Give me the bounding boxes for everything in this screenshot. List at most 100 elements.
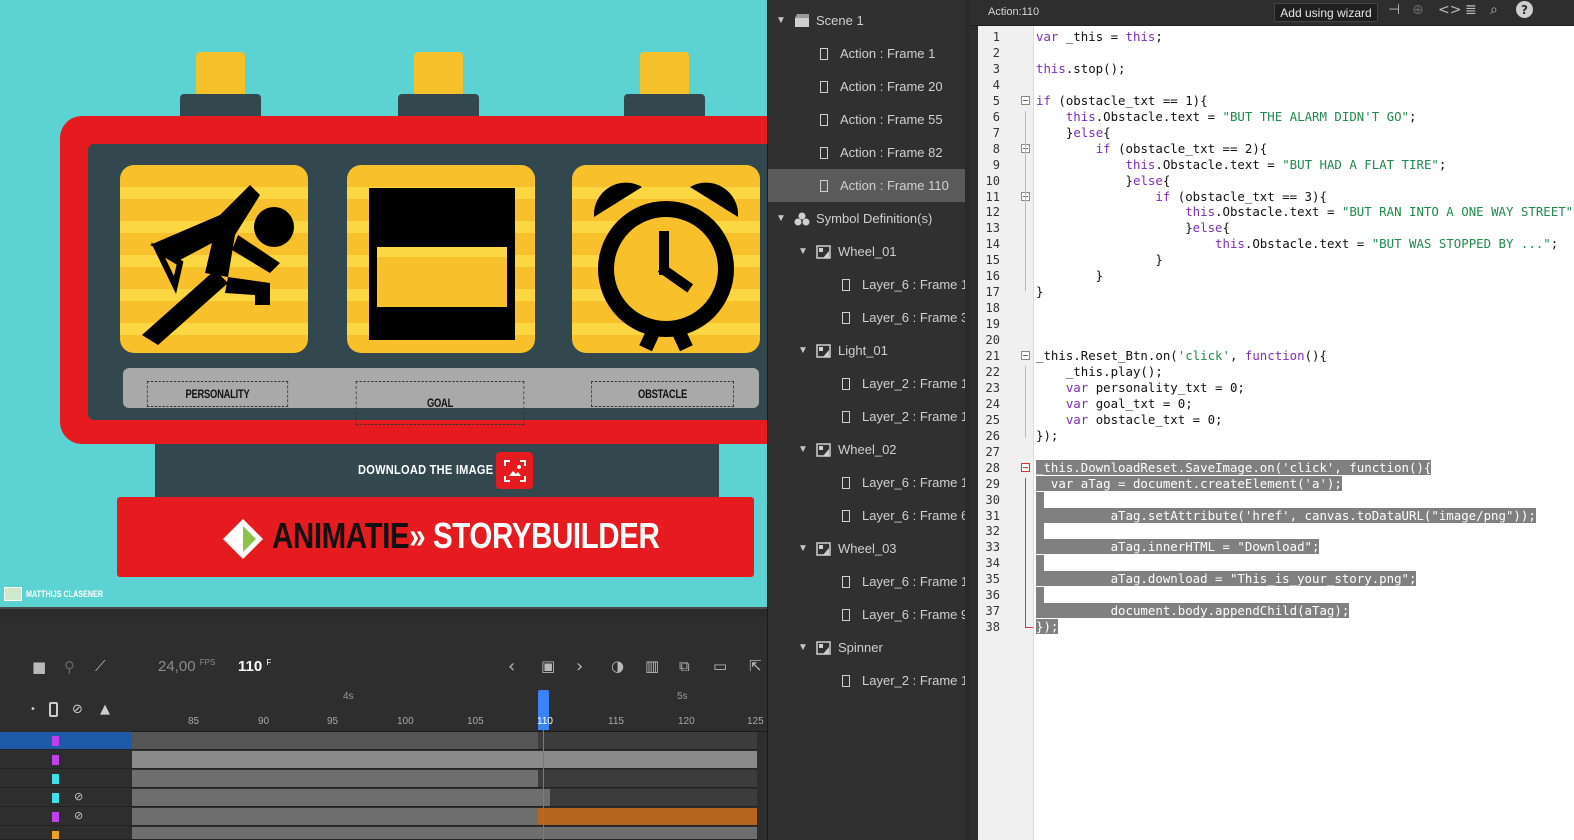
tree-item[interactable]: Action : Frame 82	[768, 136, 971, 169]
fold-toggle-icon[interactable]	[1021, 95, 1030, 105]
hidden-eye-icon[interactable]: ⊘	[74, 790, 83, 803]
tree-item[interactable]: ▼ Wheel_01	[768, 235, 971, 268]
frame-row-tween[interactable]	[132, 808, 757, 826]
add-using-wizard-button[interactable]: Add using wizard	[1274, 3, 1378, 22]
code-line[interactable]: }	[1036, 252, 1162, 268]
outline-icon[interactable]	[49, 702, 58, 717]
save-image-button[interactable]	[496, 452, 533, 489]
tree-item[interactable]: ▼ Wheel_02	[768, 433, 971, 466]
frame-row[interactable]	[132, 751, 757, 769]
center-frame-icon[interactable]: ⧉	[679, 657, 690, 675]
fold-toggle-icon[interactable]	[1021, 351, 1030, 360]
chevron-down-icon[interactable]: ▼	[798, 345, 808, 356]
code-line[interactable]: document.body.appendChild(aTag);	[1036, 603, 1350, 619]
layer-row[interactable]	[0, 732, 132, 750]
code-line[interactable]: aTag.setAttribute('href', canvas.toDataU…	[1036, 507, 1536, 524]
code-line[interactable]: if (obstacle_txt == 1){	[1036, 93, 1208, 109]
frame-row[interactable]	[132, 827, 757, 840]
code-line[interactable]: }	[1036, 268, 1103, 284]
target-icon[interactable]: ⊕	[1412, 2, 1424, 18]
layer-parenting-icon[interactable]: ⚲	[64, 658, 75, 676]
tree-item[interactable]: Layer_6 : Frame 1	[768, 565, 971, 598]
tree-item[interactable]: ▼ Spinner	[768, 631, 971, 664]
frame-row[interactable]	[132, 789, 757, 807]
code-line[interactable]: _this.DownloadReset.SaveImage.on('click'…	[1036, 459, 1432, 476]
code-line[interactable]: }else{	[1036, 220, 1230, 236]
lock-icon[interactable]: ▲	[100, 702, 110, 717]
graph-icon[interactable]: ⟋	[95, 657, 106, 675]
code-line[interactable]: var obstacle_txt = 0;	[1036, 412, 1223, 428]
code-line[interactable]: this.stop();	[1036, 61, 1126, 77]
tree-item[interactable]: Layer_2 : Frame 1	[768, 367, 971, 400]
code-line[interactable]: this.Obstacle.text = "BUT THE ALARM DIDN…	[1036, 109, 1417, 125]
code-snippets-icon[interactable]: <>	[1438, 2, 1461, 18]
code-line[interactable]: _this.Reset_Btn.on('click', function(){	[1036, 348, 1327, 364]
pin-script-icon[interactable]: ⊣	[1388, 2, 1400, 18]
search-icon[interactable]: ⌕	[1490, 2, 1498, 18]
frame-readout[interactable]: 110 F	[238, 658, 271, 675]
code-line[interactable]: aTag.download = "This_is_your_story.png"…	[1036, 571, 1417, 587]
chevron-down-icon[interactable]: ▼	[776, 213, 786, 224]
format-code-icon[interactable]: ≣	[1465, 2, 1477, 18]
tree-item[interactable]: Action : Frame 1	[768, 37, 971, 70]
chevron-down-icon[interactable]: ▼	[798, 246, 808, 257]
layer-row[interactable]	[0, 770, 132, 788]
code-line[interactable]: var goal_txt = 0;	[1036, 396, 1193, 412]
code-line[interactable]: this.Obstacle.text = "BUT WAS STOPPED BY…	[1036, 236, 1558, 252]
code-line[interactable]: var aTag = document.createElement('a');	[1036, 475, 1342, 492]
code-line[interactable]: });	[1036, 428, 1058, 444]
export-icon[interactable]: ⇱	[749, 657, 762, 675]
code-line[interactable]: this.Obstacle.text = "BUT HAD A FLAT TIR…	[1036, 157, 1447, 173]
layer-row[interactable]	[0, 751, 132, 769]
code-line[interactable]: var personality_txt = 0;	[1036, 380, 1245, 396]
camera-icon[interactable]: ■	[32, 658, 46, 676]
next-frame-icon[interactable]: ›	[576, 656, 583, 677]
frame-view-icon[interactable]: ▭	[713, 657, 727, 675]
code-line[interactable]: }	[1036, 284, 1043, 300]
tree-item[interactable]: Layer_6 : Frame 63	[768, 499, 975, 532]
frame-row[interactable]	[132, 770, 757, 788]
frame-row[interactable]	[132, 732, 757, 750]
tree-item[interactable]: ▼ Wheel_03	[768, 532, 971, 565]
code-line[interactable]: _this.play();	[1036, 364, 1163, 380]
tree-item[interactable]: ▼ Scene 1	[768, 4, 971, 37]
tree-item[interactable]: Layer_6 : Frame 34	[768, 301, 975, 334]
code-line[interactable]: });	[1036, 619, 1059, 635]
tree-item[interactable]: Layer_6 : Frame 1	[768, 268, 971, 301]
tree-item[interactable]: Layer_6 : Frame 90	[768, 598, 975, 631]
code-line[interactable]: if (obstacle_txt == 2){	[1036, 141, 1268, 157]
onion-skin-icon[interactable]: ◑	[611, 657, 624, 675]
fps-readout[interactable]: 24,00 FPS	[158, 658, 215, 675]
tree-item[interactable]: Action : Frame 20	[768, 70, 971, 103]
chevron-down-icon[interactable]: ▼	[776, 15, 786, 26]
frame-ruler[interactable]	[132, 704, 767, 732]
stage-scrollbar[interactable]	[0, 607, 767, 617]
chevron-down-icon[interactable]: ▼	[798, 444, 808, 455]
highlight-layer-icon[interactable]: •	[30, 704, 36, 715]
code-line[interactable]: var _this = this;	[1036, 29, 1163, 45]
help-icon[interactable]: ?	[1516, 1, 1533, 18]
edit-multiple-frames-icon[interactable]: ▥	[645, 657, 659, 675]
code-line[interactable]: }else{	[1036, 173, 1171, 189]
layer-row[interactable]: ⊘	[0, 808, 132, 826]
tree-item[interactable]: Layer_2 : Frame 10	[768, 400, 975, 433]
fold-toggle-icon[interactable]	[1021, 462, 1030, 472]
code-line[interactable]: this.Obstacle.text = "BUT RAN INTO A ONE…	[1036, 204, 1574, 220]
tree-item[interactable]: Action : Frame 110	[768, 169, 971, 202]
tree-item[interactable]: ▼ Light_01	[768, 334, 971, 367]
hidden-eye-icon[interactable]: ⊘	[74, 809, 83, 822]
prev-frame-icon[interactable]: ‹	[508, 656, 515, 677]
playhead[interactable]	[538, 690, 549, 840]
stop-icon[interactable]: ▣	[541, 657, 555, 675]
hide-icon[interactable]: ⊘	[72, 702, 83, 717]
code-line[interactable]: }else{	[1036, 125, 1111, 141]
layer-row[interactable]	[0, 827, 132, 840]
code-line[interactable]: if (obstacle_txt == 3){	[1036, 189, 1327, 205]
tree-item[interactable]: ▼ Symbol Definition(s)	[768, 202, 971, 235]
tree-item[interactable]: Layer_6 : Frame 1	[768, 466, 971, 499]
layer-row[interactable]: ⊘	[0, 789, 132, 807]
chevron-down-icon[interactable]: ▼	[798, 642, 808, 653]
tree-item[interactable]: Layer_2 : Frame 1	[768, 664, 971, 697]
code-line[interactable]: aTag.innerHTML = "Download";	[1036, 539, 1320, 555]
tree-item[interactable]: Action : Frame 55	[768, 103, 971, 136]
